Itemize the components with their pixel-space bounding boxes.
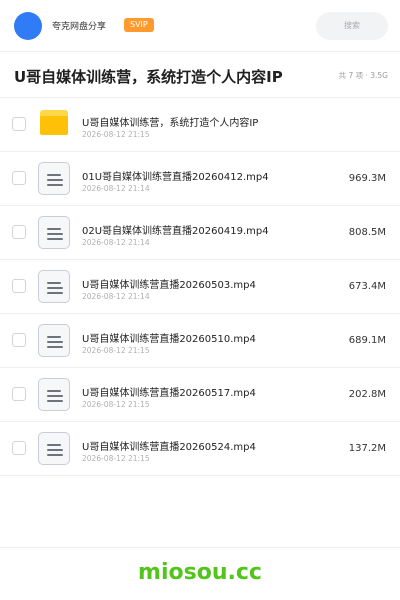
row-checkbox[interactable]	[12, 117, 26, 131]
file-date: 2026-08-12 21:15	[82, 346, 150, 355]
row-checkbox[interactable]	[12, 387, 26, 401]
file-row[interactable]: U哥自媒体训练营直播20260524.mp4 2026-08-12 21:15 …	[0, 422, 400, 476]
share-title: U哥自媒体训练营，系统打造个人内容IP	[14, 68, 283, 86]
file-name[interactable]: 02U哥自媒体训练营直播20260419.mp4	[82, 222, 269, 237]
file-date: 2026-08-12 21:14	[82, 238, 150, 247]
file-size: 689.1M	[348, 335, 386, 346]
video-file-icon	[38, 324, 70, 357]
file-row[interactable]: 01U哥自媒体训练营直播20260412.mp4 2026-08-12 21:1…	[0, 152, 400, 206]
file-row[interactable]: U哥自媒体训练营直播20260503.mp4 2026-08-12 21:14 …	[0, 260, 400, 314]
file-name[interactable]: 01U哥自媒体训练营直播20260412.mp4	[82, 168, 269, 183]
file-name[interactable]: U哥自媒体训练营直播20260524.mp4	[82, 438, 256, 453]
file-name[interactable]: U哥自媒体训练营直播20260510.mp4	[82, 330, 256, 345]
row-checkbox[interactable]	[12, 441, 26, 455]
site-watermark: miosou.cc	[138, 560, 262, 585]
search-input[interactable]: 搜索	[316, 12, 388, 40]
file-date: 2026-08-12 21:14	[82, 292, 150, 301]
file-name[interactable]: U哥自媒体训练营直播20260517.mp4	[82, 384, 256, 399]
file-date: 2026-08-12 21:15	[82, 454, 150, 463]
video-file-icon	[38, 270, 70, 303]
file-name[interactable]: U哥自媒体训练营直播20260503.mp4	[82, 276, 256, 291]
row-checkbox[interactable]	[12, 333, 26, 347]
row-checkbox[interactable]	[12, 171, 26, 185]
file-size: 202.8M	[348, 389, 386, 400]
share-title-bar: U哥自媒体训练营，系统打造个人内容IP 共 7 项 · 3.5G	[0, 52, 400, 98]
file-row[interactable]: U哥自媒体训练营直播20260517.mp4 2026-08-12 21:15 …	[0, 368, 400, 422]
file-size: 137.2M	[348, 443, 386, 454]
header: 夸克网盘分享 SVIP 搜索	[0, 0, 400, 52]
file-date: 2026-08-12 21:15	[82, 130, 150, 139]
footer-divider	[0, 547, 400, 548]
video-file-icon	[38, 432, 70, 465]
folder-icon	[40, 110, 68, 135]
app-name: 夸克网盘分享	[52, 22, 107, 32]
video-file-icon	[38, 216, 70, 249]
file-size: 808.5M	[348, 227, 386, 238]
share-meta: 共 7 项 · 3.5G	[338, 71, 388, 80]
file-size: 673.4M	[348, 281, 386, 292]
video-file-icon	[38, 162, 70, 195]
file-date: 2026-08-12 21:14	[82, 184, 150, 193]
avatar[interactable]	[14, 12, 42, 40]
folder-row[interactable]: U哥自媒体训练营，系统打造个人内容IP 2026-08-12 21:15	[0, 98, 400, 152]
row-checkbox[interactable]	[12, 279, 26, 293]
file-name[interactable]: U哥自媒体训练营，系统打造个人内容IP	[82, 114, 258, 129]
file-list: U哥自媒体训练营，系统打造个人内容IP 2026-08-12 21:15 01U…	[0, 98, 400, 476]
svip-badge: SVIP	[124, 18, 154, 32]
row-checkbox[interactable]	[12, 225, 26, 239]
file-date: 2026-08-12 21:15	[82, 400, 150, 409]
file-row[interactable]: U哥自媒体训练营直播20260510.mp4 2026-08-12 21:15 …	[0, 314, 400, 368]
file-size: 969.3M	[348, 173, 386, 184]
video-file-icon	[38, 378, 70, 411]
file-row[interactable]: 02U哥自媒体训练营直播20260419.mp4 2026-08-12 21:1…	[0, 206, 400, 260]
